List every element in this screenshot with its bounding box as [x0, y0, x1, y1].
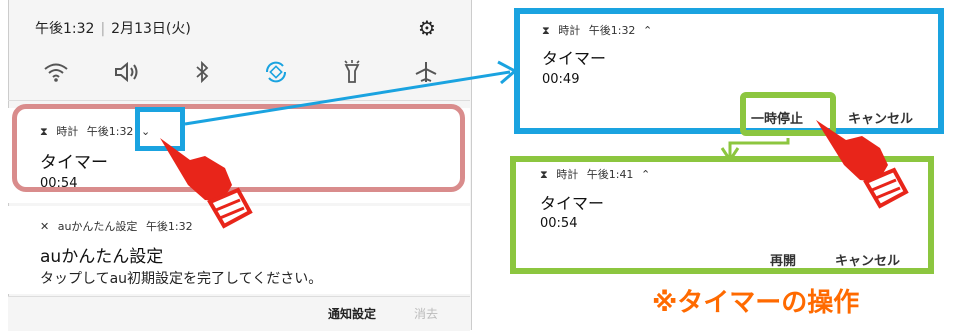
- chevron-up-icon[interactable]: ⌃: [643, 24, 652, 37]
- notification-time: 午後1:32: [588, 24, 636, 37]
- app-name: 時計: [556, 168, 579, 181]
- hourglass-icon: ⧗: [542, 24, 550, 37]
- resume-button[interactable]: 再開: [770, 250, 796, 269]
- notification-title: タイマー: [540, 194, 605, 213]
- green-arrow-line: [728, 138, 790, 158]
- pointing-hand-icon: [816, 120, 909, 209]
- caption: ※タイマーの操作: [652, 288, 860, 318]
- timer-remaining: 00:54: [540, 216, 578, 231]
- chevron-up-icon[interactable]: ⌃: [641, 168, 650, 181]
- expanded-header: ⧗ 時計 午後1:32 ⌃: [542, 22, 652, 38]
- timer-remaining: 00:49: [542, 72, 580, 87]
- paused-header: ⧗ 時計 午後1:41 ⌃: [540, 166, 650, 182]
- hourglass-icon: ⧗: [540, 168, 548, 181]
- blue-arrow-line: [184, 70, 511, 126]
- cancel-button[interactable]: キャンセル: [835, 250, 900, 269]
- app-name: 時計: [558, 24, 581, 37]
- notification-time: 午後1:41: [586, 168, 634, 181]
- notification-title: タイマー: [542, 49, 607, 68]
- pointing-hand-icon: [160, 138, 253, 229]
